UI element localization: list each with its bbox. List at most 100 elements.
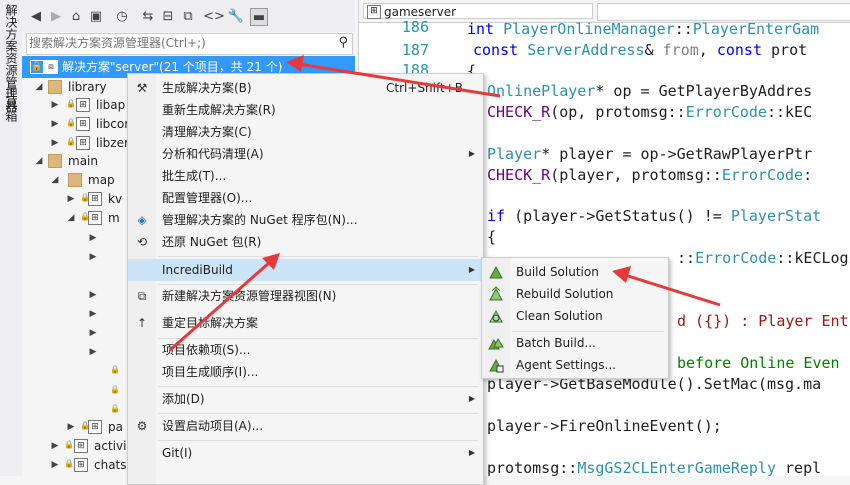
line-number: 187 <box>401 41 429 59</box>
menu-item-restore-nuget[interactable]: ⟲ 还原 NuGet 包(R) <box>128 231 483 253</box>
properties-icon[interactable]: 🔧 <box>228 8 244 24</box>
menu-item-retarget[interactable]: ↑ 重定目标解决方案 <box>128 312 483 334</box>
gear-icon: ⚙ <box>136 419 148 433</box>
code-line: d ({}) : Player Ent <box>677 312 849 330</box>
code-line: before Online Even <box>677 354 840 372</box>
project-dropdown[interactable]: ⊞ gameserver <box>363 3 593 19</box>
chevron-right-icon[interactable]: ▶ <box>88 246 98 268</box>
menu-item-label: 新建解决方案资源管理器视图(N) <box>162 289 337 303</box>
project-icon: ⊞ <box>88 420 102 434</box>
forward-icon[interactable]: ▶ <box>48 8 64 24</box>
code-line: int PlayerOnlineManager::PlayerEnterGam <box>467 20 820 38</box>
solution-search-input[interactable] <box>29 35 329 51</box>
code-view-icon[interactable]: <> <box>203 8 225 24</box>
menu-item-label: 分析和代码清理(A) <box>162 147 264 161</box>
project-icon: ⊞ <box>76 136 90 150</box>
menu-item-add[interactable]: 添加(D) ▶ <box>128 388 483 410</box>
submenu-item-build-solution[interactable]: Build Solution <box>482 261 668 283</box>
build-icon: ⚒ <box>136 81 148 95</box>
project-icon: ⊞ <box>88 192 102 206</box>
menu-item-label: 清理解决方案(C) <box>162 125 252 139</box>
tree-node-label: chats <box>94 458 127 472</box>
menu-item-label: 配置管理器(O)... <box>162 191 253 205</box>
submenu-item-label: Rebuild Solution <box>516 287 614 301</box>
restore-icon: ⟲ <box>136 235 148 249</box>
menu-separator <box>158 256 478 257</box>
collapse-all-icon[interactable]: ⊟ <box>160 8 176 24</box>
menu-item-analyze[interactable]: 分析和代码清理(A) ▶ <box>128 143 483 165</box>
line-number: 188 <box>401 61 429 73</box>
lock-icon: 🔒 <box>30 60 44 74</box>
side-tab-strip: 解决方案资源管理器 工具箱 <box>0 0 23 476</box>
code-line: CHECK_R(op, protomsg::ErrorCode::kEC <box>487 103 813 121</box>
project-icon: ⊞ <box>367 5 381 19</box>
history-icon[interactable]: ◷ <box>114 8 130 24</box>
solution-search-box: ⚲ <box>26 33 353 55</box>
home-icon[interactable]: ⌂ <box>68 8 84 24</box>
menu-item-config-manager[interactable]: 配置管理器(O)... <box>128 187 483 209</box>
sync-icon[interactable]: ⇆ <box>140 8 156 24</box>
code-line: ::ErrorCode::kECLogi <box>677 249 850 267</box>
chevron-right-icon[interactable]: ▶ <box>50 454 60 476</box>
menu-item-label: IncrediBuild <box>162 263 233 277</box>
menu-item-shortcut: Ctrl+Shift+B <box>386 81 463 95</box>
menu-item-manage-nuget[interactable]: ◈ 管理解决方案的 NuGet 程序包(N)... <box>128 209 483 231</box>
submenu-item-label: Agent Settings... <box>516 358 616 372</box>
submenu-item-label: Clean Solution <box>516 309 603 323</box>
menu-item-clean[interactable]: 清理解决方案(C) <box>128 121 483 143</box>
menu-item-build-order[interactable]: 项目生成顺序(I)... <box>128 361 483 383</box>
folder-icon <box>68 173 82 187</box>
rebuild-solution-icon <box>489 286 503 301</box>
code-line: OnlinePlayer* op = GetPlayerByAddres <box>487 82 813 100</box>
submenu-item-batch-build[interactable]: Batch Build... <box>482 332 668 354</box>
menu-item-incredibuild[interactable]: IncrediBuild ▶ <box>128 259 483 281</box>
side-tab-toolbox[interactable]: 工具箱 <box>3 86 20 122</box>
submenu-item-label: Batch Build... <box>516 336 596 350</box>
lock-icon: 🔒 <box>110 365 120 374</box>
menu-item-label: 重定目标解决方案 <box>162 316 259 330</box>
menu-separator <box>158 440 478 441</box>
back-icon[interactable]: ◀ <box>28 8 44 24</box>
new-view-icon: ⧉ <box>137 289 147 303</box>
project-icon: ⊞ <box>74 458 88 472</box>
code-line: CHECK_R(player, protomsg::ErrorCode: <box>487 166 813 184</box>
scope-dropdown[interactable] <box>597 3 850 21</box>
submenu-item-clean-solution[interactable]: Clean Solution <box>482 305 668 327</box>
menu-item-label: 项目生成顺序(I)... <box>162 365 259 379</box>
submenu-arrow-icon: ▶ <box>468 265 475 274</box>
menu-separator <box>158 413 478 414</box>
chevron-down-icon[interactable]: ◢ <box>66 207 76 229</box>
lock-icon: 🔒 <box>110 404 120 413</box>
submenu-item-rebuild-solution[interactable]: Rebuild Solution <box>482 283 668 305</box>
folder-icon <box>48 80 62 94</box>
build-solution-icon <box>489 265 503 279</box>
tree-node-label: m <box>108 211 120 225</box>
project-icon: ⊞ <box>76 117 90 131</box>
code-line: protomsg::MsgGS2CLEnterGameReply repl <box>487 459 822 477</box>
solution-explorer-toolbar: ◀ ▶ ⌂ ▣ ◷ ⇆ ⊟ ⧉ <> 🔧 ▬ <box>22 0 355 32</box>
submenu-item-agent-settings[interactable]: Agent Settings... <box>482 354 668 376</box>
menu-item-new-view[interactable]: ⧉ 新建解决方案资源管理器视图(N) <box>128 285 483 307</box>
solution-icon: ⧈ <box>44 60 58 74</box>
project-dropdown-label: gameserver <box>384 5 457 19</box>
menu-item-label: 添加(D) <box>162 392 205 406</box>
submenu-arrow-icon: ▶ <box>468 394 475 403</box>
menu-item-label: 重新生成解决方案(R) <box>162 103 276 117</box>
menu-item-dependencies[interactable]: 项目依赖项(S)... <box>128 339 483 361</box>
search-icon[interactable]: ⚲ <box>338 35 348 50</box>
show-all-files-icon[interactable]: ⧉ <box>180 8 196 24</box>
code-line: if (player->GetStatus() != PlayerStat <box>487 207 822 225</box>
menu-item-label: Git(I) <box>162 446 193 460</box>
solution-context-menu: ⚒ 生成解决方案(B) Ctrl+Shift+B 重新生成解决方案(R) 清理解… <box>127 73 484 485</box>
menu-item-label: 项目依赖项(S)... <box>162 343 251 357</box>
preview-icon[interactable]: ▬ <box>250 8 268 26</box>
agent-settings-icon <box>489 358 504 373</box>
menu-item-batch-build[interactable]: 批生成(T)... <box>128 165 483 187</box>
menu-item-build[interactable]: ⚒ 生成解决方案(B) Ctrl+Shift+B <box>128 77 483 99</box>
menu-item-rebuild[interactable]: 重新生成解决方案(R) <box>128 99 483 121</box>
menu-item-git[interactable]: Git(I) ▶ <box>128 442 483 464</box>
switch-view-icon[interactable]: ▣ <box>88 8 104 24</box>
menu-item-startup-projects[interactable]: ⚙ 设置启动项目(A)... <box>128 415 483 437</box>
batch-build-icon <box>488 337 504 350</box>
menu-item-label: 管理解决方案的 NuGet 程序包(N)... <box>162 213 358 227</box>
